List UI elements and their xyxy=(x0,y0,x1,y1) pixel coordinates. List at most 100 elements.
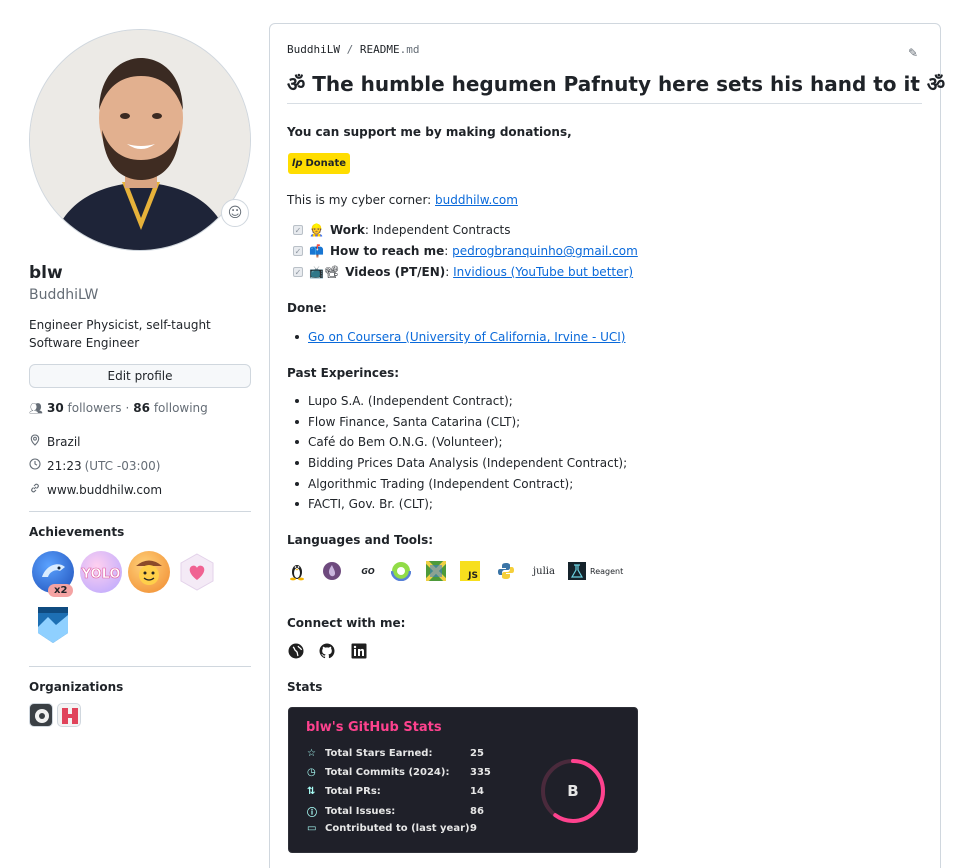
task-item-videos: ✓ 📺📽 Videos (PT/EN): Invidious (YouTube … xyxy=(293,265,633,279)
task-item-work: ✓ 👷 Work: Independent Contracts xyxy=(293,223,511,237)
past-experiences-heading: Past Experinces: xyxy=(287,366,400,380)
task-label: Videos (PT/EN) xyxy=(345,265,446,279)
achievement-badge-heart[interactable] xyxy=(176,551,218,593)
checkbox: ✓ xyxy=(293,246,303,256)
readme-file[interactable]: README xyxy=(360,43,400,56)
stat-label: Total Issues: xyxy=(325,806,396,817)
star-icon: ☆ xyxy=(307,748,316,759)
location-text: Brazil xyxy=(47,434,81,449)
task-text: Independent Contracts xyxy=(372,223,511,237)
invidious-link[interactable]: Invidious (YouTube but better) xyxy=(453,265,633,279)
avatar[interactable] xyxy=(29,29,251,251)
achievement-badge-yolo[interactable]: YOLO xyxy=(80,551,122,593)
python-icon[interactable] xyxy=(496,561,516,581)
follow-separator: · xyxy=(125,401,130,415)
readme-breadcrumb: BuddhiLW / README.md xyxy=(287,43,419,56)
linux-icon[interactable] xyxy=(287,561,307,581)
organization-avatar[interactable] xyxy=(57,703,81,727)
grade-ring: B xyxy=(541,759,605,823)
stat-label: Total Stars Earned: xyxy=(325,748,433,759)
julia-text: julia xyxy=(533,565,555,577)
following-label: following xyxy=(153,401,208,415)
stat-row: ◷ Total Commits (2024): 335 xyxy=(307,767,491,778)
stat-value: 86 xyxy=(470,806,484,817)
task-label: How to reach me xyxy=(329,244,445,258)
smiley-icon[interactable]: ☺ xyxy=(221,199,249,227)
followers-label: followers xyxy=(67,401,122,415)
readme-file-ext: .md xyxy=(399,43,420,56)
checkbox: ✓ xyxy=(293,225,303,235)
list-item: Bidding Prices Data Analysis (Independen… xyxy=(295,456,627,470)
coursera-link[interactable]: Go on Coursera (University of California… xyxy=(308,330,625,344)
email-link[interactable]: pedrogbranquinho@gmail.com xyxy=(452,244,638,258)
link-icon xyxy=(29,482,41,497)
readme-heading: ॐ The humble hegumen Pafnuty here sets h… xyxy=(287,72,946,96)
readme-owner[interactable]: BuddhiLW xyxy=(287,43,340,56)
cyber-corner-text: This is my cyber corner: buddhilw.com xyxy=(287,193,518,207)
avatar-image xyxy=(30,30,250,250)
stats-heading: Stats xyxy=(287,680,323,694)
jsx-icon[interactable] xyxy=(426,561,446,581)
task-sep: : xyxy=(444,244,453,258)
followers-link[interactable]: 30 followers xyxy=(47,401,122,415)
languages-tools-heading: Languages and Tools: xyxy=(287,533,434,547)
reagent-icon[interactable]: Reagent xyxy=(568,561,632,581)
stat-row: ⇅ Total PRs: 14 xyxy=(307,786,484,797)
list-item: Algorithmic Trading (Independent Contrac… xyxy=(295,477,573,491)
linkedin-icon[interactable] xyxy=(351,643,367,659)
profile-bio: Engineer Physicist, self-taught Software… xyxy=(29,318,211,350)
stat-value: 14 xyxy=(470,786,484,797)
edit-profile-button[interactable]: Edit profile xyxy=(29,364,251,388)
reagent-text: Reagent xyxy=(590,566,624,576)
achievement-multiplier: x2 xyxy=(48,584,74,597)
achievement-badge-arctic[interactable] xyxy=(32,603,74,645)
stat-row: ▭ Contributed to (last year): 9 xyxy=(307,823,477,834)
breadcrumb-separator: / xyxy=(346,43,354,56)
issue-icon: ⓘ xyxy=(307,808,317,819)
history-icon: ◷ xyxy=(307,767,316,778)
support-text: You can support me by making donations, xyxy=(287,125,572,139)
list-item: Café do Bem O.N.G. (Volunteer); xyxy=(295,435,503,449)
cyber-prefix: This is my cyber corner: xyxy=(287,193,436,207)
repo-icon: ▭ xyxy=(307,823,317,834)
go-text: GO xyxy=(361,566,375,576)
list-item: Go on Coursera (University of California… xyxy=(295,330,625,344)
clojure-icon[interactable] xyxy=(391,561,411,581)
stat-value: 335 xyxy=(470,767,491,778)
website-row: www.buddhilw.com xyxy=(29,482,162,497)
javascript-icon[interactable]: JS xyxy=(460,561,480,581)
heading-divider xyxy=(287,103,922,104)
construction-worker-icon: 👷 xyxy=(309,223,324,237)
stat-row: ⓘ Total Issues: 86 xyxy=(307,804,484,819)
donate-button[interactable]: lp Donate xyxy=(288,153,350,174)
checkbox: ✓ xyxy=(293,267,303,277)
profile-login: BuddhiLW xyxy=(29,287,99,303)
location-row: Brazil xyxy=(29,434,81,449)
donate-label: Donate xyxy=(305,158,347,169)
edit-pencil-icon[interactable]: ✎ xyxy=(908,46,918,60)
go-icon[interactable]: GO xyxy=(357,561,379,581)
achievement-badge-quickdraw[interactable] xyxy=(128,551,170,593)
tv-projector-icon: 📺📽 xyxy=(309,265,340,279)
localtime-text: 21:23 xyxy=(47,458,82,473)
profile-fullname: blw xyxy=(29,263,63,283)
following-link[interactable]: 86 following xyxy=(133,401,207,415)
liberapay-icon: lp xyxy=(291,158,303,169)
elixir-icon[interactable] xyxy=(322,561,342,581)
cyber-corner-link[interactable]: buddhilw.com xyxy=(435,193,518,207)
following-count: 86 xyxy=(133,401,150,415)
website-link[interactable]: www.buddhilw.com xyxy=(47,483,162,497)
task-item-contact: ✓ 📫 How to reach me: pedrogbranquinho@gm… xyxy=(293,244,638,258)
js-text: JS xyxy=(468,571,478,581)
organization-avatar[interactable] xyxy=(29,703,53,727)
julia-icon[interactable]: julia xyxy=(530,561,558,581)
list-item: Flow Finance, Santa Catarina (CLT); xyxy=(295,415,520,429)
stat-row: ☆ Total Stars Earned: 25 xyxy=(307,748,484,759)
divider xyxy=(29,511,251,512)
clock-icon xyxy=(29,458,41,473)
stats-card-title: blw's GitHub Stats xyxy=(306,720,442,735)
stat-label: Total PRs: xyxy=(325,786,381,797)
stat-value: 25 xyxy=(470,748,484,759)
globe-icon[interactable] xyxy=(288,643,304,659)
github-icon[interactable] xyxy=(319,643,335,659)
